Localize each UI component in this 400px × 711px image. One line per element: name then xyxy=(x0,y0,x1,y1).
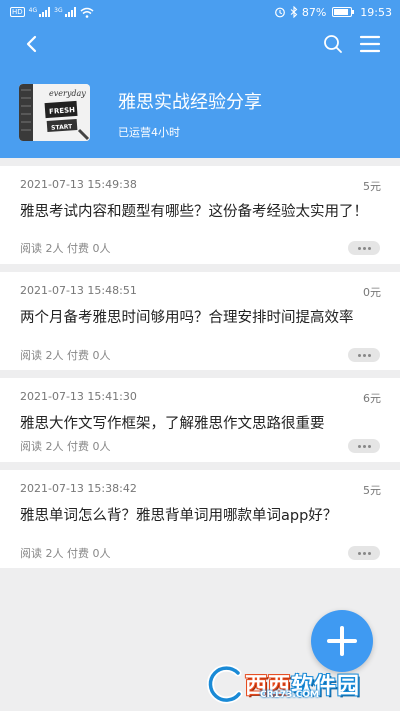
post-price: 5元 xyxy=(363,180,381,193)
post-card-1[interactable]: 2021-07-13 15:49:38 5元 雅思考试内容和题型有哪些？这份备考… xyxy=(0,166,400,264)
post-meta: 阅读 2人 付费 0人 xyxy=(20,242,111,255)
post-date: 2021-07-13 15:49:38 xyxy=(20,178,137,191)
battery-percent: 87% xyxy=(301,5,327,19)
group-cover-image: everyday FRESH START xyxy=(19,84,90,141)
signal-icon xyxy=(39,7,51,17)
post-title[interactable]: 雅思考试内容和题型有哪些？这份备考经验太实用了！ xyxy=(20,202,378,222)
post-meta: 阅读 2人 付费 0人 xyxy=(20,547,111,560)
watermark-c-logo xyxy=(206,664,243,704)
cover-illustration: everyday FRESH START xyxy=(19,84,90,141)
post-price: 6元 xyxy=(363,392,381,405)
status-bar-left: HD 4G 3G xyxy=(10,7,94,18)
more-options-button[interactable] xyxy=(348,348,380,362)
post-meta: 阅读 2人 付费 0人 xyxy=(20,440,111,453)
menu-button[interactable] xyxy=(358,33,382,55)
post-card-3[interactable]: 2021-07-13 15:41:30 6元 雅思大作文写作框架，了解雅思作文思… xyxy=(0,378,400,462)
post-title[interactable]: 两个月备考雅思时间够用吗？合理安排时间提高效率 xyxy=(20,308,378,328)
battery-level xyxy=(334,9,349,15)
post-card-4[interactable]: 2021-07-13 15:38:42 5元 雅思单词怎么背？雅思背单词用哪款单… xyxy=(0,470,400,568)
back-arrow-icon xyxy=(26,35,37,53)
network-type-1: 4G xyxy=(28,6,38,14)
status-bar-right: 87% 19:53 xyxy=(274,6,392,19)
bluetooth-icon xyxy=(290,6,298,18)
group-subtitle: 已运营4小时 xyxy=(118,126,180,139)
post-title[interactable]: 雅思大作文写作框架，了解雅思作文思路很重要 xyxy=(20,414,378,434)
clock: 19:53 xyxy=(360,5,392,19)
top-nav-bar xyxy=(0,24,400,64)
post-price: 0元 xyxy=(363,286,381,299)
post-date: 2021-07-13 15:41:30 xyxy=(20,390,137,403)
post-title[interactable]: 雅思单词怎么背？雅思背单词用哪款单词app好？ xyxy=(20,506,378,526)
wifi-icon xyxy=(80,7,94,18)
search-button[interactable] xyxy=(322,33,344,55)
menu-icon xyxy=(359,35,381,53)
search-icon xyxy=(324,35,342,53)
back-button[interactable] xyxy=(20,32,44,56)
post-date: 2021-07-13 15:38:42 xyxy=(20,482,137,495)
battery-icon xyxy=(332,7,355,17)
alarm-icon xyxy=(274,7,285,18)
cover-text-1: everyday xyxy=(49,89,86,98)
watermark-url: CR173.COM xyxy=(260,690,319,700)
network-type-2: 3G xyxy=(54,6,63,14)
group-title: 雅思实战经验分享 xyxy=(118,92,262,113)
status-bar: HD 4G 3G 87% 19:53 xyxy=(0,0,400,24)
post-card-2[interactable]: 2021-07-13 15:48:51 0元 两个月备考雅思时间够用吗？合理安排… xyxy=(0,272,400,370)
more-options-button[interactable] xyxy=(348,439,380,453)
post-price: 5元 xyxy=(363,484,381,497)
signal-icon-2 xyxy=(64,7,76,17)
post-meta: 阅读 2人 付费 0人 xyxy=(20,349,111,362)
more-options-button[interactable] xyxy=(348,546,380,560)
more-options-button[interactable] xyxy=(348,241,380,255)
hd-badge: HD xyxy=(10,7,25,17)
app-header: HD 4G 3G 87% 19:53 everyday FRESH START … xyxy=(0,0,400,158)
post-date: 2021-07-13 15:48:51 xyxy=(20,284,137,297)
